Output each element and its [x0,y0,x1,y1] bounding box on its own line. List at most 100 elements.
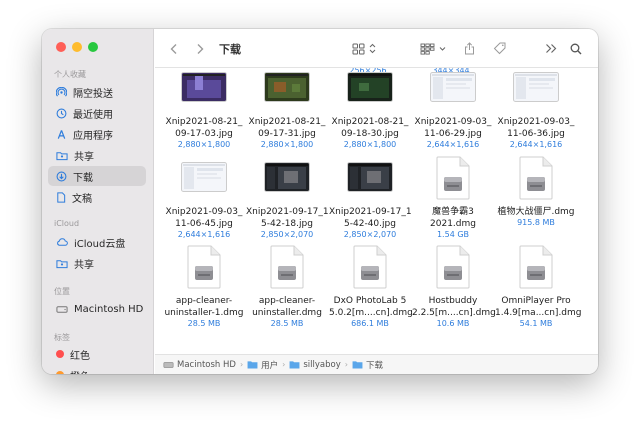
sidebar-item-icloud-drive[interactable]: iCloud云盘 [48,232,146,252]
sidebar-item-recents[interactable]: 最近使用 [48,103,146,123]
disk-image-icon [518,245,554,293]
file-item[interactable]: OmniPlayer Pro 1.4.9[ma...cn].dmg 54.1 MB [495,245,582,343]
sidebar-item-label: iCloud云盘 [74,238,126,250]
file-name: DxO PhotoLab 5 [333,296,407,306]
sidebar-item-label: 隔空投送 [73,88,113,100]
file-meta: 28.5 MB [270,319,304,328]
file-meta: 28.5 MB [187,319,221,328]
file-meta: 2,644×1,616 [177,230,231,239]
file-item[interactable]: app-cleaner-uninstaller.dmg 28.5 MB [246,245,328,343]
locations-header: 位置 [54,287,70,296]
file-name: 2.2.5[m....cn].dmg [412,308,496,318]
search-icon [570,43,582,54]
disk-image-icon [518,156,554,204]
file-name: 5-42-18.jpg [261,219,313,229]
path-item-label: sillyaboy [303,359,341,370]
disk-icon [56,305,68,313]
file-item[interactable]: Xnip2021-09-03_ 11-06-45.jpg 2,644×1,616 [163,158,245,254]
disk-image-icon [435,245,471,293]
view-mode-button[interactable] [352,29,376,68]
sidebar: 个人收藏 隔空投送 最近使用 应用程序 共享 下载 文稿 iCloud iClo… [42,29,154,374]
file-item[interactable]: Xnip2021-09-03_ 11-06-36.jpg 2,644×1,616 [495,68,577,164]
sidebar-item-applications[interactable]: 应用程序 [48,124,146,144]
sidebar-item-tag-red[interactable]: 红色 [48,344,146,364]
sidebar-item-label: 共享 [74,151,94,163]
image-thumbnail [430,72,476,106]
sidebar-item-label: 应用程序 [73,130,113,142]
icloud-header: iCloud [54,219,80,228]
file-meta: 54.1 MB [519,319,553,328]
path-separator: › [282,360,286,369]
favorites-header: 个人收藏 [54,70,86,79]
file-name: 09-17-31.jpg [258,129,316,139]
file-grid: 256×256 344×344 Xnip2021-08-21_ 09-17-03.… [155,68,598,354]
file-item[interactable]: DxO PhotoLab 5 5.0.2[m....cn].dmg 686.1 MB [329,245,413,343]
image-thumbnail [181,162,227,196]
file-name: 2021.dmg [430,219,476,229]
file-item[interactable]: Hostbuddy 2.2.5[m....cn].dmg 10.6 MB [412,245,496,343]
tag-button[interactable] [493,29,507,68]
file-meta: 2,850×2,070 [343,230,397,239]
group-by-button[interactable] [420,29,446,68]
path-item-user-home[interactable]: sillyaboy [289,359,341,370]
file-item[interactable]: Xnip2021-08-21_ 09-17-03.jpg 2,880×1,800 [163,68,245,164]
tag-icon [493,42,506,55]
sidebar-item-downloads[interactable]: 下载 [48,166,146,186]
group-by-icon [420,43,435,55]
file-meta: 2,850×2,070 [260,230,314,239]
chevron-down-icon [439,46,446,51]
file-item[interactable]: Xnip2021-08-21_ 09-18-30.jpg 2,880×1,800 [329,68,411,164]
forward-button[interactable] [195,29,205,68]
file-item[interactable]: 植物大战僵尸.dmg 915.8 MB [495,156,577,254]
file-item[interactable]: Xnip2021-09-17_1 5-42-18.jpg 2,850×2,070 [246,158,329,254]
search-button[interactable] [570,29,582,68]
folder-icon [247,361,258,369]
sidebar-item-tag-orange[interactable]: 橙色 [48,365,146,374]
disk-image-icon [435,156,471,204]
window-controls [56,42,98,52]
sidebar-item-documents[interactable]: 文稿 [48,187,146,207]
shared-folder-icon [56,151,68,160]
applications-icon [57,129,66,139]
window-title: 下载 [219,42,241,56]
file-name: app-cleaner- [175,296,233,306]
disk-image-icon [186,245,222,293]
zoom-button[interactable] [88,42,98,52]
path-bar: Macintosh HD › 用户 › sillyaboy › 下载 [155,354,598,374]
file-name: Xnip2021-08-21_ [248,117,326,127]
path-item-label: 用户 [261,360,279,371]
chevron-right-icon [197,43,204,54]
file-item[interactable]: app-cleaner-uninstaller-1.dmg 28.5 MB [163,245,245,343]
image-thumbnail [264,72,310,106]
file-item[interactable]: Xnip2021-08-21_ 09-17-31.jpg 2,880×1,800 [246,68,328,164]
path-item-users[interactable]: 用户 [247,359,278,371]
disk-image-icon [352,245,388,293]
chevron-left-icon [170,43,177,54]
downloads-icon [56,171,67,181]
file-name: 植物大战僵尸.dmg [497,207,575,217]
sidebar-item-icloud-shared[interactable]: 共享 [48,253,146,273]
path-item-downloads[interactable]: 下载 [352,359,383,371]
sidebar-item-shared[interactable]: 共享 [48,145,146,165]
file-meta: 2,880×1,800 [260,140,314,149]
path-separator: › [344,360,348,369]
file-item[interactable]: Xnip2021-09-03_ 11-06-29.jpg 2,644×1,616 [412,68,494,164]
file-name: Xnip2021-09-03_ [497,117,575,127]
file-item[interactable]: 魔兽争霸3 2021.dmg 1.54 GB [412,156,494,254]
file-name: 11-06-36.jpg [507,129,565,139]
close-button[interactable] [56,42,66,52]
minimize-button[interactable] [72,42,82,52]
image-thumbnail [264,162,310,196]
sidebar-item-macintosh-hd[interactable]: Macintosh HD [48,299,146,319]
file-name: Xnip2021-08-21_ [331,117,409,127]
file-name: 09-18-30.jpg [341,129,399,139]
path-item-macintosh-hd[interactable]: Macintosh HD [163,360,236,370]
share-button[interactable] [464,29,475,68]
sidebar-item-airdrop[interactable]: 隔空投送 [48,82,146,102]
back-button[interactable] [169,29,179,68]
file-name: 11-06-29.jpg [424,129,482,139]
file-name: 5-42-40.jpg [344,219,396,229]
more-button[interactable] [545,29,557,68]
file-name: OmniPlayer Pro [501,296,571,306]
file-item[interactable]: Xnip2021-09-17_1 5-42-40.jpg 2,850×2,070 [329,158,412,254]
